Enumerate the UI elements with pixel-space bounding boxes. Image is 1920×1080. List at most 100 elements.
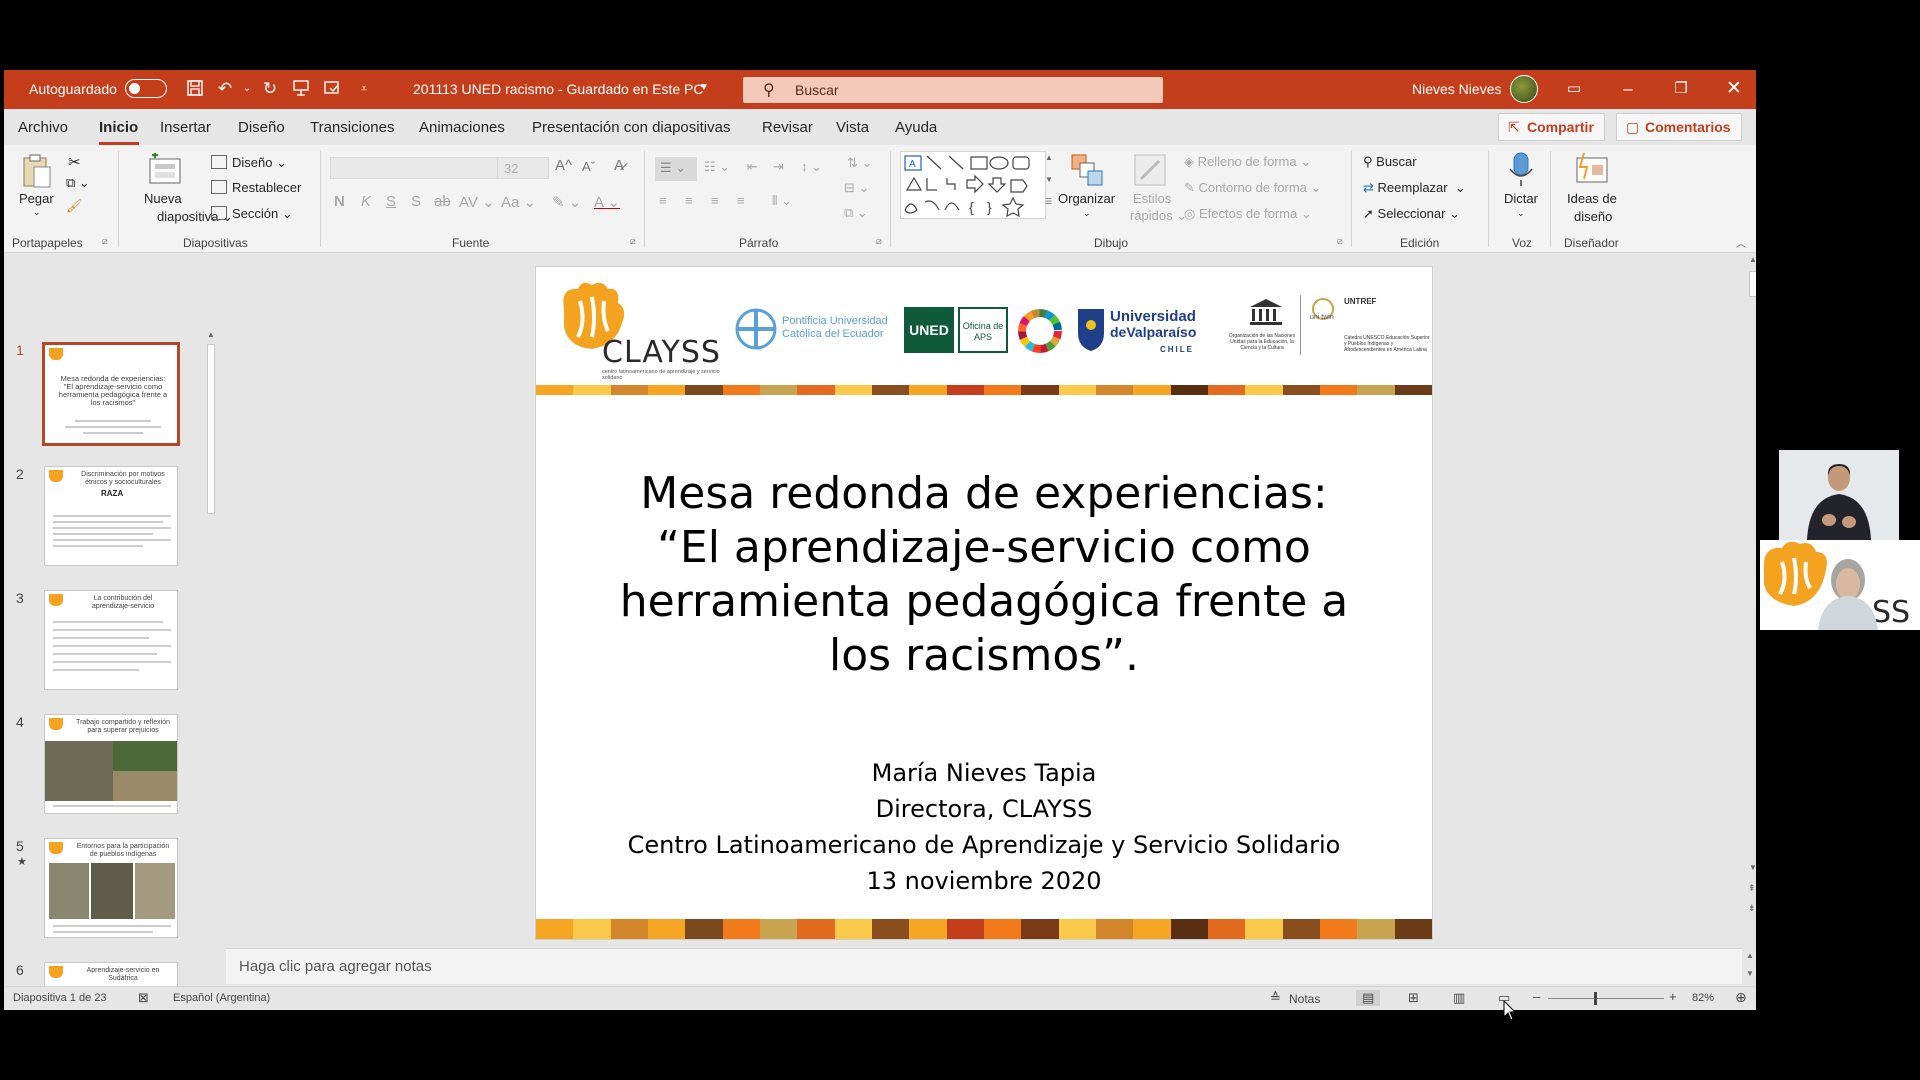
- replace-button[interactable]: ⇄ Reemplazar ⌄: [1363, 180, 1466, 196]
- smartart-icon[interactable]: ⧉ ⌄: [844, 205, 868, 221]
- close-icon[interactable]: ✕: [1719, 76, 1749, 102]
- tab-ayuda[interactable]: Ayuda: [895, 119, 937, 136]
- tab-revisar[interactable]: Revisar: [762, 119, 813, 136]
- format-painter-icon[interactable]: 🖌: [66, 198, 83, 214]
- next-slide-icon[interactable]: ⇟: [1748, 903, 1756, 914]
- save-icon[interactable]: [185, 79, 205, 99]
- gallery-down-icon[interactable]: ▼: [1045, 175, 1053, 184]
- collapse-ribbon-icon[interactable]: ︿: [1736, 235, 1746, 250]
- tab-insertar[interactable]: Insertar: [160, 119, 211, 136]
- dictate-dropdown-icon[interactable]: ⌄: [1517, 208, 1525, 219]
- layout-button[interactable]: Diseño ⌄: [211, 155, 287, 171]
- accessibility-icon[interactable]: ⊠: [138, 990, 149, 1006]
- scroll-up-icon[interactable]: ▲: [1749, 255, 1756, 264]
- arrange-dropdown-icon[interactable]: ⌄: [1083, 208, 1091, 219]
- tab-archivo[interactable]: Archivo: [18, 119, 68, 136]
- copy-icon[interactable]: ⧉ ⌄: [66, 175, 90, 191]
- tab-transiciones[interactable]: Transiciones: [310, 119, 394, 136]
- slide-sorter-icon[interactable]: ⊞: [1408, 990, 1419, 1006]
- gallery-more-icon[interactable]: ☰: [1045, 197, 1052, 206]
- shape-effects-button[interactable]: ◎ Efectos de forma ⌄: [1184, 206, 1312, 222]
- slide-canvas[interactable]: CLAYSS centro latinoamericano de aprendi…: [536, 267, 1432, 939]
- paste-icon[interactable]: [20, 153, 54, 188]
- slide-scrollbar[interactable]: ▲ ▼ ⇞ ⇟: [1746, 255, 1756, 945]
- font-name-box[interactable]: [330, 157, 500, 179]
- restore-icon[interactable]: ❐: [1666, 76, 1696, 102]
- columns-icon[interactable]: ⫴ ⌄: [772, 193, 792, 209]
- dictate-icon[interactable]: [1504, 151, 1538, 186]
- fit-to-window-icon[interactable]: ⊕: [1735, 989, 1747, 1006]
- increase-indent-icon[interactable]: ⇥: [773, 159, 784, 175]
- reading-view-icon[interactable]: ▥: [1453, 990, 1465, 1006]
- text-direction-icon[interactable]: ⇅ ⌄: [847, 155, 872, 171]
- new-slide-icon[interactable]: [147, 152, 181, 187]
- slide-thumbnail-2[interactable]: Discriminación por motivos étnicos y soc…: [44, 466, 178, 566]
- italic-icon[interactable]: K: [361, 193, 371, 210]
- change-case-icon[interactable]: Aa ⌄: [501, 193, 536, 211]
- slide-title[interactable]: Mesa redonda de experiencias: “El aprend…: [576, 467, 1392, 683]
- previous-slide-icon[interactable]: ⇞: [1748, 883, 1756, 894]
- tab-vista[interactable]: Vista: [836, 119, 869, 136]
- undo-dropdown-icon[interactable]: ⌄: [237, 79, 257, 99]
- font-launcher-icon[interactable]: ⧄: [630, 236, 636, 247]
- redo-icon[interactable]: ↻: [260, 79, 280, 99]
- minimize-icon[interactable]: –: [1613, 76, 1643, 102]
- scroll-down-icon[interactable]: ▼: [1746, 969, 1754, 978]
- clipboard-launcher-icon[interactable]: ⧄: [102, 236, 108, 247]
- slide-thumbnail-5[interactable]: Entornos para la participación de pueblo…: [44, 838, 178, 938]
- slide-thumbnail-1[interactable]: Mesa redonda de experiencias: "El aprend…: [42, 342, 180, 446]
- font-color-icon[interactable]: A ⌄: [594, 193, 620, 211]
- autosave-toggle[interactable]: [125, 79, 167, 98]
- undo-icon[interactable]: ↶: [215, 79, 235, 99]
- tab-inicio[interactable]: Inicio: [99, 119, 138, 136]
- shape-outline-button[interactable]: ✎ Contorno de forma ⌄: [1184, 180, 1321, 196]
- numbering-icon[interactable]: ☷ ⌄: [704, 159, 730, 175]
- zoom-slider[interactable]: [1548, 992, 1664, 1005]
- present-from-start-icon[interactable]: [291, 79, 311, 99]
- scrollbar-thumb[interactable]: [1749, 271, 1756, 297]
- decrease-indent-icon[interactable]: ⇤: [747, 159, 758, 175]
- share-button[interactable]: ⇱ Compartir: [1498, 113, 1605, 141]
- scroll-up-icon[interactable]: ▲: [1746, 951, 1754, 960]
- bullets-icon[interactable]: ☰ ⌄: [655, 157, 697, 181]
- grow-font-icon[interactable]: A^: [555, 157, 572, 174]
- align-left-icon[interactable]: ≡: [659, 193, 667, 208]
- clear-format-icon[interactable]: A̷: [614, 157, 624, 174]
- shrink-font-icon[interactable]: Aˇ: [582, 159, 595, 174]
- comments-button[interactable]: ▢ Comentarios: [1616, 113, 1742, 141]
- strikethrough-icon[interactable]: ab: [434, 193, 451, 210]
- notes-icon[interactable]: ≙: [1270, 990, 1281, 1006]
- highlight-icon[interactable]: ✎ ⌄: [552, 193, 581, 211]
- drawing-launcher-icon[interactable]: ⧄: [1337, 236, 1343, 247]
- scroll-up-icon[interactable]: ▲: [207, 330, 215, 339]
- scroll-down-icon[interactable]: ▼: [1749, 863, 1756, 872]
- section-button[interactable]: Sección ⌄: [211, 206, 293, 222]
- slide-subtitle[interactable]: María Nieves Tapia Directora, CLAYSS Cen…: [576, 755, 1392, 899]
- cut-icon[interactable]: ✂: [68, 153, 81, 171]
- bold-icon[interactable]: N: [334, 193, 345, 210]
- thumbnail-scrollbar[interactable]: ▲ ▼: [204, 330, 218, 1010]
- user-name[interactable]: Nieves Nieves: [1412, 81, 1501, 97]
- select-button[interactable]: ➚ Seleccionar ⌄: [1363, 206, 1460, 222]
- paste-label[interactable]: Pegar: [19, 191, 54, 206]
- avatar[interactable]: [1510, 75, 1538, 103]
- ribbon-display-icon[interactable]: ▭: [1559, 76, 1589, 102]
- design-ideas-label-1[interactable]: Ideas de: [1567, 191, 1617, 206]
- align-text-icon[interactable]: ⊟ ⌄: [844, 180, 869, 196]
- slide-thumbnail-3[interactable]: La contribución del aprendizaje-servicio: [44, 590, 178, 690]
- find-button[interactable]: ⚲ Buscar: [1363, 154, 1417, 170]
- paste-dropdown-icon[interactable]: ⌄: [33, 207, 41, 218]
- gallery-up-icon[interactable]: ▲: [1045, 153, 1053, 162]
- shadow-icon[interactable]: S: [411, 193, 421, 210]
- quick-styles-label-2[interactable]: rápidos ⌄: [1130, 208, 1187, 224]
- search-box[interactable]: ⚲ Buscar: [743, 77, 1163, 103]
- quick-styles-icon[interactable]: [1133, 153, 1167, 187]
- arrange-icon[interactable]: [1070, 153, 1104, 187]
- dictate-label[interactable]: Dictar: [1504, 191, 1538, 206]
- font-size-box[interactable]: 32: [497, 157, 549, 179]
- align-right-icon[interactable]: ≡: [711, 193, 719, 208]
- quick-styles-label-1[interactable]: Estilos: [1133, 191, 1171, 206]
- chevron-down-icon[interactable]: ▼: [699, 82, 709, 93]
- customize-toolbar-icon[interactable]: ⩡: [354, 79, 374, 99]
- slide-thumbnail-4[interactable]: Trabajo compartido y reflexión para supe…: [44, 714, 178, 814]
